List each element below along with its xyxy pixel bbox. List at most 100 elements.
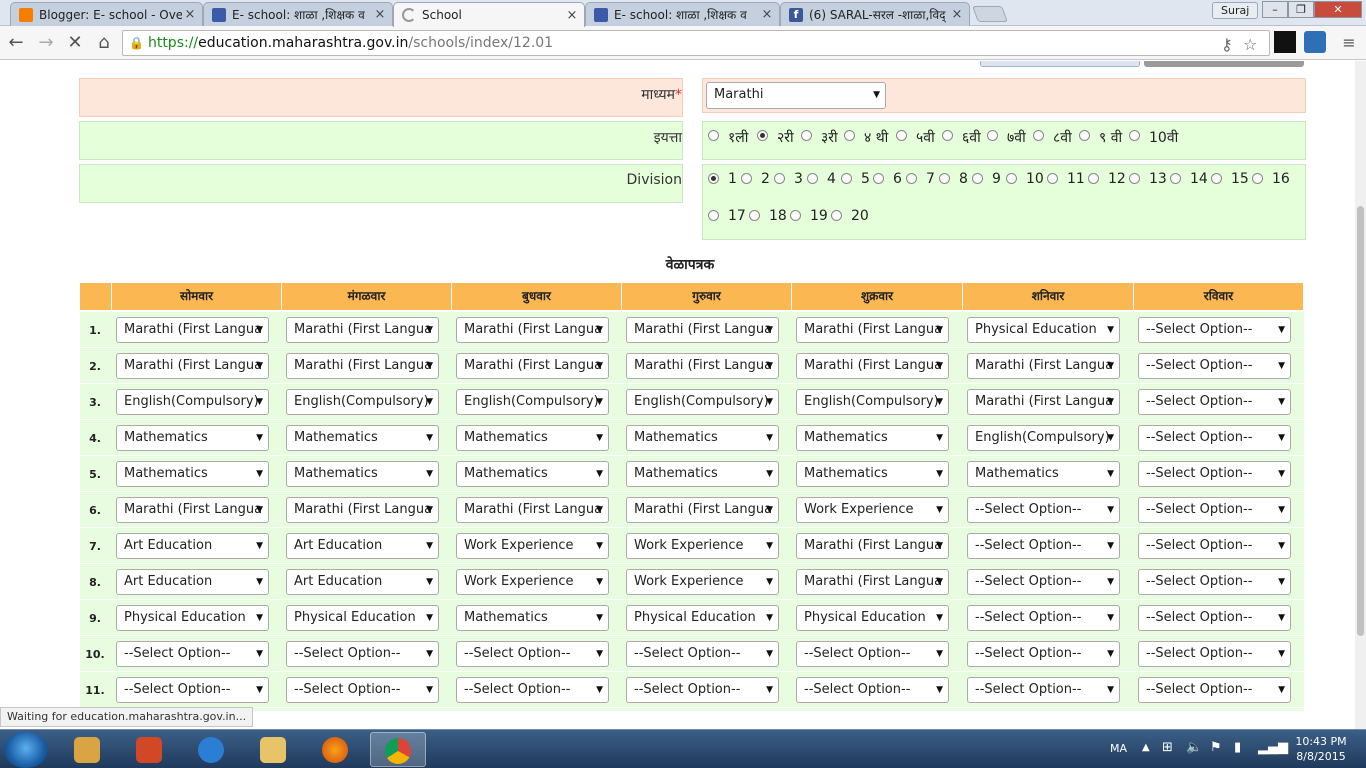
subject-select[interactable]: --Select Option-- ▼	[796, 641, 949, 667]
subject-select[interactable]: --Select Option-- ▼	[1138, 317, 1291, 343]
scrollbar[interactable]	[1355, 61, 1366, 729]
subject-select[interactable]: Mathematics ▼	[626, 425, 779, 451]
medium-select[interactable]: Marathi ▼	[706, 82, 886, 109]
subject-select[interactable]: --Select Option-- ▼	[967, 497, 1120, 523]
key-icon[interactable]: ⚷	[1221, 35, 1233, 54]
system-clock[interactable]: 10:43 PM 8/8/2015	[1286, 734, 1356, 764]
language-indicator[interactable]: MA	[1110, 742, 1127, 755]
division-radio[interactable]	[708, 210, 719, 221]
tab-eschool-2[interactable]: E- school: शाळा ,शिक्षक व ×	[585, 2, 780, 26]
subject-select[interactable]: Physical Education ▼	[286, 605, 439, 631]
subject-select[interactable]: Physical Education ▼	[796, 605, 949, 631]
subject-select[interactable]: Physical Education ▼	[116, 605, 269, 631]
subject-select[interactable]: Physical Education ▼	[626, 605, 779, 631]
subject-select[interactable]: Work Experience ▼	[626, 533, 779, 559]
menu-icon[interactable]: ≡	[1337, 31, 1361, 55]
subject-select[interactable]: Marathi (First Langua ▼	[796, 317, 949, 343]
subject-select[interactable]: Marathi (First Langua ▼	[116, 317, 269, 343]
division-radio[interactable]	[1047, 173, 1058, 184]
subject-select[interactable]: Marathi (First Langua ▼	[456, 497, 609, 523]
address-bar[interactable]: 🔒 https:// education.maharashtra.gov.in …	[122, 30, 1270, 56]
division-radio[interactable]	[939, 173, 950, 184]
division-radio[interactable]	[1129, 173, 1140, 184]
subject-select[interactable]: Mathematics ▼	[286, 461, 439, 487]
subject-select[interactable]: --Select Option-- ▼	[286, 641, 439, 667]
subject-select[interactable]: Art Education ▼	[116, 533, 269, 559]
subject-select[interactable]: Mathematics ▼	[796, 425, 949, 451]
subject-select[interactable]: Work Experience ▼	[456, 533, 609, 559]
subject-select[interactable]: Marathi (First Langua ▼	[286, 497, 439, 523]
close-icon[interactable]: ×	[182, 7, 198, 22]
standard-radio[interactable]	[801, 130, 812, 141]
subject-select[interactable]: Marathi (First Langua ▼	[796, 353, 949, 379]
standard-radio[interactable]	[708, 130, 719, 141]
translate-icon[interactable]	[1304, 31, 1326, 53]
subject-select[interactable]: Mathematics ▼	[286, 425, 439, 451]
subject-select[interactable]: Marathi (First Langua ▼	[626, 497, 779, 523]
subject-select[interactable]: Marathi (First Langua ▼	[286, 317, 439, 343]
division-radio[interactable]	[841, 173, 852, 184]
standard-radio[interactable]	[896, 130, 907, 141]
subject-select[interactable]: Mathematics ▼	[456, 425, 609, 451]
subject-select[interactable]: --Select Option-- ▼	[286, 677, 439, 703]
subject-select[interactable]: --Select Option-- ▼	[1138, 605, 1291, 631]
subject-select[interactable]: --Select Option-- ▼	[1138, 461, 1291, 487]
subject-select[interactable]: Mathematics ▼	[116, 461, 269, 487]
division-radio[interactable]	[774, 173, 785, 184]
subject-select[interactable]: Marathi (First Langua ▼	[796, 569, 949, 595]
subject-select[interactable]: Marathi (First Langua ▼	[286, 353, 439, 379]
subject-select[interactable]: Mathematics ▼	[116, 425, 269, 451]
subject-select[interactable]: Marathi (First Langua ▼	[116, 353, 269, 379]
division-radio[interactable]	[1252, 173, 1263, 184]
taskbar-paint[interactable]	[60, 732, 116, 767]
subject-select[interactable]: Art Education ▼	[286, 569, 439, 595]
subject-select[interactable]: Physical Education ▼	[967, 317, 1120, 343]
subject-select[interactable]: Work Experience ▼	[626, 569, 779, 595]
subject-select[interactable]: --Select Option-- ▼	[116, 677, 269, 703]
division-radio[interactable]	[1170, 173, 1181, 184]
top-button[interactable]	[1144, 61, 1304, 67]
subject-select[interactable]: Mathematics ▼	[796, 461, 949, 487]
division-radio[interactable]	[1088, 173, 1099, 184]
subject-select[interactable]: --Select Option-- ▼	[967, 569, 1120, 595]
subject-select[interactable]: Art Education ▼	[286, 533, 439, 559]
subject-select[interactable]: --Select Option-- ▼	[456, 677, 609, 703]
standard-radio[interactable]	[1079, 130, 1090, 141]
home-icon[interactable]: ⌂	[92, 31, 116, 55]
subject-select[interactable]: --Select Option-- ▼	[1138, 389, 1291, 415]
division-radio[interactable]	[1211, 173, 1222, 184]
subject-select[interactable]: Marathi (First Langua ▼	[796, 533, 949, 559]
subject-select[interactable]: --Select Option-- ▼	[967, 641, 1120, 667]
scrollbar-thumb[interactable]	[1357, 206, 1364, 636]
subject-select[interactable]: --Select Option-- ▼	[967, 677, 1120, 703]
subject-select[interactable]: Marathi (First Langua ▼	[626, 317, 779, 343]
subject-select[interactable]: Work Experience ▼	[456, 569, 609, 595]
subject-select[interactable]: Marathi (First Langua ▼	[456, 353, 609, 379]
tab-school[interactable]: School ×	[393, 2, 585, 27]
taskbar-powerpoint[interactable]	[122, 732, 178, 767]
standard-radio[interactable]	[942, 130, 953, 141]
close-icon[interactable]: ×	[564, 8, 580, 23]
subject-select[interactable]: Marathi (First Langua ▼	[456, 317, 609, 343]
taskbar-ie[interactable]	[184, 732, 240, 767]
subject-select[interactable]: English(Compulsory) ▼	[456, 389, 609, 415]
subject-select[interactable]: --Select Option-- ▼	[967, 533, 1120, 559]
new-tab-button[interactable]	[972, 6, 1008, 22]
subject-select[interactable]: English(Compulsory) ▼	[626, 389, 779, 415]
subject-select[interactable]: --Select Option-- ▼	[626, 641, 779, 667]
subject-select[interactable]: --Select Option-- ▼	[1138, 425, 1291, 451]
subject-select[interactable]: Marathi (First Langua ▼	[967, 353, 1120, 379]
tab-eschool-1[interactable]: E- school: शाळा ,शिक्षक व ×	[203, 2, 393, 26]
standard-radio[interactable]	[1033, 130, 1044, 141]
division-radio[interactable]	[749, 210, 760, 221]
subject-select[interactable]: --Select Option-- ▼	[796, 677, 949, 703]
subject-select[interactable]: Marathi (First Langua ▼	[116, 497, 269, 523]
tab-blogger[interactable]: Blogger: E- school - Overv ×	[10, 2, 203, 26]
bookmark-star-icon[interactable]: ☆	[1243, 35, 1257, 54]
forward-icon[interactable]: →	[34, 31, 58, 55]
standard-radio[interactable]	[757, 130, 768, 141]
subject-select[interactable]: Mathematics ▼	[626, 461, 779, 487]
subject-select[interactable]: Mathematics ▼	[456, 461, 609, 487]
close-window-button[interactable]: ✕	[1314, 1, 1362, 18]
subject-select[interactable]: Mathematics ▼	[967, 461, 1120, 487]
